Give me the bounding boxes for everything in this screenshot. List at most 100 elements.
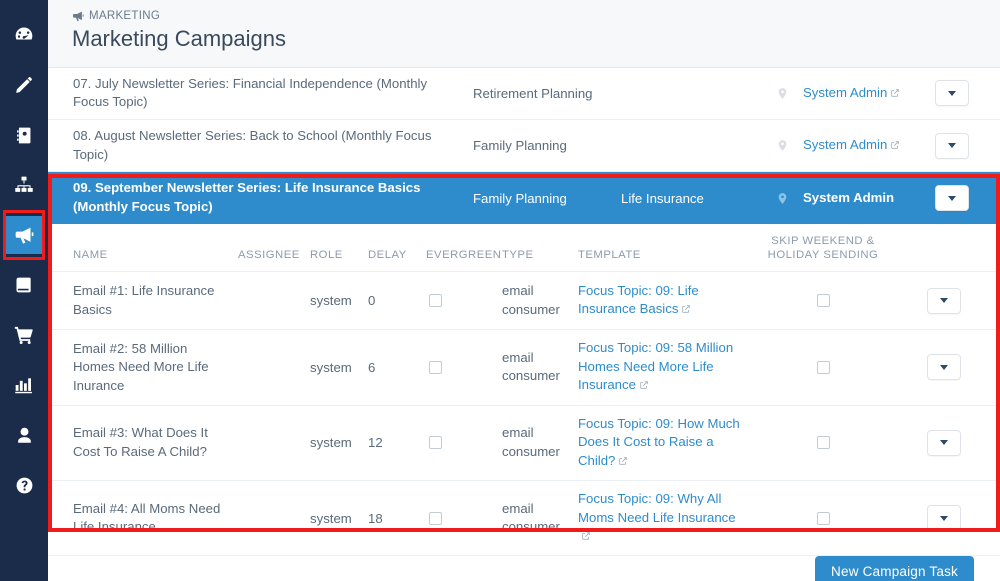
campaign-actions-cell bbox=[903, 80, 1000, 107]
map-marker-icon bbox=[761, 87, 803, 100]
task-role: system bbox=[310, 359, 352, 375]
campaign-actions-dropdown[interactable] bbox=[934, 185, 969, 212]
task-name: Email #1: Life Insurance Basics bbox=[73, 283, 215, 317]
skip-weekend-checkbox[interactable] bbox=[816, 436, 830, 450]
campaign-subcategory: Life Insurance bbox=[621, 190, 704, 206]
task-delay: 12 bbox=[368, 435, 383, 451]
column-header-delay: DELAY bbox=[368, 249, 407, 262]
chevron-down-icon bbox=[940, 515, 948, 521]
task-template-link[interactable]: Focus Topic: 09: 58 Million Homes Need M… bbox=[578, 339, 758, 395]
main-content: MARKETING Marketing Campaigns 07. July N… bbox=[48, 0, 1000, 581]
task-actions-cell bbox=[888, 505, 1000, 532]
task-type: email consumer bbox=[502, 283, 560, 317]
sidebar-item-notes[interactable] bbox=[0, 60, 48, 110]
campaign-name: 09. September Newsletter Series: Life In… bbox=[73, 180, 421, 215]
chevron-down-icon bbox=[947, 143, 956, 149]
map-marker-icon bbox=[761, 192, 803, 205]
column-header-type: TYPE bbox=[502, 249, 534, 262]
task-name: Email #3: What Does It Cost To Raise A C… bbox=[73, 425, 208, 459]
task-template-link[interactable]: Focus Topic: 09: How Much Does It Cost t… bbox=[578, 415, 758, 471]
sidebar-item-dashboard[interactable] bbox=[0, 10, 48, 60]
sidebar-item-contacts[interactable] bbox=[0, 110, 48, 160]
column-header-assignee: ASSIGNEE bbox=[238, 249, 300, 262]
campaign-row[interactable]: 08. August Newsletter Series: Back to Sc… bbox=[48, 119, 1000, 173]
task-delay: 0 bbox=[368, 293, 376, 309]
campaign-actions-dropdown[interactable] bbox=[934, 132, 969, 159]
sidebar-item-library[interactable] bbox=[0, 260, 48, 310]
task-actions-dropdown[interactable] bbox=[927, 429, 961, 456]
evergreen-checkbox[interactable] bbox=[429, 511, 442, 525]
campaign-owner-link[interactable]: System Admin bbox=[803, 136, 903, 155]
task-skip-cell bbox=[758, 294, 888, 308]
sidebar-item-reports[interactable] bbox=[0, 360, 48, 410]
evergreen-checkbox[interactable] bbox=[429, 436, 442, 450]
task-name: Email #2: 58 Million Homes Need More Lif… bbox=[73, 340, 209, 393]
campaign-owner-link[interactable]: System Admin bbox=[803, 84, 903, 103]
sidebar-item-marketing-active-bg bbox=[5, 216, 43, 254]
address-book-icon bbox=[15, 126, 34, 145]
evergreen-checkbox[interactable] bbox=[429, 360, 442, 374]
task-actions-dropdown[interactable] bbox=[927, 287, 961, 314]
campaign-name: 08. August Newsletter Series: Back to Sc… bbox=[73, 127, 432, 162]
task-name: Email #4: All Moms Need Life Insurance bbox=[73, 500, 221, 535]
sidebar-item-organization[interactable] bbox=[0, 160, 48, 210]
chevron-down-icon bbox=[947, 195, 956, 201]
task-delay: 18 bbox=[368, 510, 383, 526]
bar-chart-icon bbox=[14, 375, 34, 395]
sidebar-item-marketing[interactable] bbox=[0, 210, 48, 260]
task-skip-cell bbox=[758, 511, 888, 525]
sidebar-item-orders[interactable] bbox=[0, 310, 48, 360]
task-template-label: Focus Topic: 09: Why All Moms Need Life … bbox=[578, 491, 736, 525]
task-row[interactable]: Email #1: Life Insurance Basics system 0… bbox=[48, 272, 1000, 331]
campaign-owner-link[interactable]: System Admin bbox=[803, 189, 903, 207]
task-row[interactable]: Email #2: 58 Million Homes Need More Lif… bbox=[48, 330, 1000, 406]
user-icon bbox=[15, 426, 34, 445]
skip-weekend-checkbox[interactable] bbox=[816, 360, 830, 374]
campaign-actions-dropdown[interactable] bbox=[934, 80, 969, 107]
chevron-down-icon bbox=[940, 364, 948, 370]
page-header: MARKETING Marketing Campaigns bbox=[48, 0, 1000, 68]
sidebar-item-help[interactable] bbox=[0, 460, 48, 510]
campaign-category: Family Planning bbox=[473, 138, 567, 154]
skip-weekend-checkbox[interactable] bbox=[816, 511, 830, 525]
column-header-template: TEMPLATE bbox=[578, 249, 641, 262]
task-evergreen-cell bbox=[426, 436, 502, 450]
task-row[interactable]: Email #4: All Moms Need Life Insurance s… bbox=[48, 481, 1000, 556]
campaign-row[interactable]: 07. July Newsletter Series: Financial In… bbox=[48, 67, 1000, 120]
task-template-link[interactable]: Focus Topic: 09: Why All Moms Need Life … bbox=[578, 490, 758, 546]
task-actions-dropdown[interactable] bbox=[927, 505, 961, 532]
breadcrumb: MARKETING bbox=[72, 10, 1000, 22]
sitemap-icon bbox=[14, 175, 34, 195]
external-link-icon bbox=[890, 137, 900, 155]
task-template-link[interactable]: Focus Topic: 09: Life Insurance Basics bbox=[578, 282, 758, 320]
book-icon bbox=[14, 275, 34, 295]
task-role: system bbox=[310, 293, 352, 309]
page-title: Marketing Campaigns bbox=[72, 26, 286, 51]
task-table-header: NAME ASSIGNEE ROLE DELAY EVERGREEN TYPE … bbox=[48, 223, 1000, 273]
pencil-icon bbox=[14, 75, 34, 95]
task-actions-dropdown[interactable] bbox=[927, 354, 961, 381]
bullhorn-icon bbox=[72, 10, 84, 22]
task-row[interactable]: Email #3: What Does It Cost To Raise A C… bbox=[48, 405, 1000, 482]
campaign-category: Family Planning bbox=[473, 190, 567, 206]
shopping-cart-icon bbox=[14, 325, 34, 345]
task-actions-cell bbox=[888, 354, 1000, 381]
external-link-icon bbox=[890, 85, 900, 103]
skip-weekend-checkbox[interactable] bbox=[816, 294, 830, 308]
campaign-row-selected[interactable]: 09. September Newsletter Series: Life In… bbox=[48, 172, 1000, 224]
task-template-label: Focus Topic: 09: 58 Million Homes Need M… bbox=[578, 340, 734, 393]
footer-bar: New Campaign Task bbox=[48, 555, 1000, 581]
chevron-down-icon bbox=[947, 90, 956, 96]
campaign-owner-label: System Admin bbox=[803, 84, 888, 100]
campaign-category: Retirement Planning bbox=[473, 85, 593, 101]
external-link-icon bbox=[618, 453, 628, 471]
chevron-down-icon bbox=[940, 298, 948, 304]
task-evergreen-cell bbox=[426, 511, 502, 525]
column-header-role: ROLE bbox=[310, 249, 343, 262]
new-campaign-task-button[interactable]: New Campaign Task bbox=[815, 556, 974, 581]
campaign-actions-cell bbox=[903, 132, 1000, 159]
evergreen-checkbox[interactable] bbox=[429, 294, 442, 308]
chevron-down-icon bbox=[940, 440, 948, 446]
sidebar-item-account[interactable] bbox=[0, 410, 48, 460]
breadcrumb-label: MARKETING bbox=[89, 10, 161, 22]
